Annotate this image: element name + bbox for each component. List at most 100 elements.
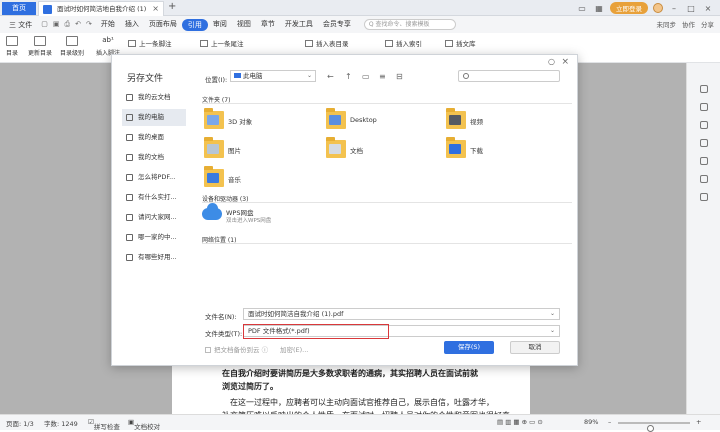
sidebar-item[interactable]: 有哪些好用...	[122, 249, 186, 266]
undo-icon[interactable]: ↶	[75, 20, 81, 29]
toc-level-button[interactable]: 目录级别	[60, 36, 84, 57]
menubar-right-item[interactable]: 协作	[682, 19, 695, 29]
file-menu[interactable]: 三 文件	[4, 20, 37, 30]
menu-item[interactable]: 会员专享	[318, 19, 356, 31]
menu-item[interactable]: 章节	[256, 19, 280, 31]
style-icon[interactable]	[700, 103, 708, 111]
print-icon[interactable]: ⎙	[64, 20, 70, 29]
zoom-slider[interactable]	[618, 422, 690, 432]
insert-index-button[interactable]: 插入索引	[385, 38, 422, 48]
menubar-right-item[interactable]: 分享	[701, 19, 714, 29]
folder-item[interactable]: 3D 对象	[204, 108, 294, 133]
toc-icon	[6, 36, 18, 46]
document-tab[interactable]: 面试时如何简洁地自我介绍 (1) ×	[38, 1, 164, 16]
menu-item[interactable]: 审阅	[208, 19, 232, 31]
menu-item[interactable]: 视图	[232, 19, 256, 31]
dialog-close-icon[interactable]: ×	[561, 57, 569, 67]
spell-check-toggle[interactable]: ☑ 拼写检查	[88, 418, 120, 431]
sidebar-item[interactable]: 怎么将PDF...	[122, 169, 186, 186]
menu-item[interactable]: 开始	[96, 19, 120, 31]
zoom-in-icon[interactable]: +	[696, 418, 701, 426]
grid-view-icon[interactable]	[700, 175, 708, 183]
home-tab[interactable]: 首页	[2, 2, 36, 15]
close-tab-icon[interactable]: ×	[152, 2, 159, 16]
layout-icon[interactable]: ▭	[576, 4, 588, 13]
sidebar-item-label: 我的电脑	[138, 113, 164, 121]
menu-item[interactable]: 插入	[120, 19, 144, 31]
encrypt-button[interactable]: 加密(E)...	[280, 344, 308, 354]
update-toc-button[interactable]: 更新目录	[28, 36, 52, 57]
open-icon[interactable]: ▢	[41, 20, 48, 29]
grid-icon[interactable]: ▦	[593, 4, 605, 13]
sidebar-item[interactable]: 有什么实打...	[122, 189, 186, 206]
menu-item[interactable]: 开发工具	[280, 19, 318, 31]
up-icon[interactable]: ↑	[345, 72, 352, 81]
folder-icon	[126, 134, 133, 141]
select-icon[interactable]	[700, 121, 708, 129]
folder-item[interactable]: 音乐	[204, 166, 294, 191]
settings-icon[interactable]: ○	[548, 57, 555, 66]
folder-item[interactable]: Desktop	[326, 108, 416, 133]
close-window-icon[interactable]: ×	[702, 4, 714, 13]
redo-icon[interactable]: ↷	[86, 20, 92, 29]
zoom-out-icon[interactable]: –	[608, 418, 611, 426]
view-mode-icons[interactable]: ▤ ▥ ▦ ⊕ ▭ ⊙	[497, 418, 543, 426]
folder-icon	[126, 174, 133, 181]
folder-item[interactable]: 文档	[326, 137, 416, 162]
pen-icon[interactable]	[700, 85, 708, 93]
save-as-dialog: 另存文件 ○ × 位置(I): 此电脑 ⌄ ← ↑ ▭ ≡ ⊟ 我的云文档 我的电…	[111, 54, 578, 366]
doc-check-button[interactable]: ▣ 文档校对	[128, 418, 160, 431]
login-button[interactable]: 立即登录	[610, 2, 648, 14]
sidebar-item-label: 有哪些好用...	[138, 253, 177, 261]
sidebar-item-label: 请问大家网...	[138, 213, 177, 221]
sidebar-item[interactable]: 我的电脑	[122, 109, 186, 126]
menu-item[interactable]: 引用	[181, 18, 208, 31]
zoom-level[interactable]: 89%	[584, 418, 598, 426]
cloud-icon[interactable]	[700, 193, 708, 201]
back-icon[interactable]: ←	[327, 72, 334, 81]
prev-footnote-button[interactable]: 上一条脚注	[128, 38, 172, 48]
citation-icon	[445, 40, 453, 47]
filename-input[interactable]: 面试时如何简洁自我介绍 (1).pdf ⌄	[243, 308, 560, 320]
location-select[interactable]: 此电脑 ⌄	[230, 70, 316, 82]
sidebar-item[interactable]: 我的云文档	[122, 89, 186, 106]
new-folder-icon[interactable]: ▭	[362, 72, 370, 81]
folder-item[interactable]: 视频	[446, 108, 536, 133]
dialog-search-input[interactable]	[458, 70, 560, 82]
toc-button[interactable]: 目录	[6, 36, 18, 57]
prev-endnote-button[interactable]: 上一条尾注	[200, 38, 244, 48]
adjust-icon[interactable]	[700, 157, 708, 165]
cancel-button[interactable]: 取消	[510, 341, 560, 354]
backup-to-cloud-checkbox[interactable]: 把文档备份到云 ⓘ	[205, 344, 268, 354]
search-icon	[463, 73, 469, 79]
folder-badge-icon	[329, 115, 341, 125]
folder-item[interactable]: 图片	[204, 137, 294, 162]
command-search-input[interactable]: Q 查找命令、搜索模板	[363, 19, 456, 30]
help-icon[interactable]	[700, 139, 708, 147]
wps-cloud-drive[interactable]: WPS网盘 双击进入WPS网盘	[202, 203, 332, 228]
new-tab-button[interactable]: +	[168, 1, 176, 12]
avatar[interactable]	[653, 3, 663, 13]
sidebar-item[interactable]: 请问大家网...	[122, 209, 186, 226]
view-options-icon[interactable]: ⊟	[396, 72, 403, 81]
sidebar-item[interactable]: 我的文档	[122, 149, 186, 166]
doc-line-1: 在自我介绍时要讲简历是大多数求职者的通病，其实招聘人员在面试前就	[222, 368, 478, 378]
folder-icon	[446, 108, 466, 129]
save-icon[interactable]: ▣	[53, 20, 60, 29]
zoom-slider-knob[interactable]	[647, 425, 655, 432]
sidebar-item[interactable]: 我的桌面	[122, 129, 186, 146]
divider	[202, 243, 572, 244]
insert-caption-toc-button[interactable]: 插入表目录	[305, 38, 349, 48]
maximize-icon[interactable]: □	[685, 4, 697, 13]
menubar-right-item[interactable]: 未同步	[657, 19, 677, 29]
save-button[interactable]: 保存(S)	[444, 341, 494, 354]
menu-item[interactable]: 页面布局	[144, 19, 182, 31]
citation-button[interactable]: 插文库	[445, 38, 476, 48]
cloud-drive-icon	[202, 203, 222, 220]
minimize-icon[interactable]: –	[668, 4, 680, 13]
view-list-icon[interactable]: ≡	[379, 72, 386, 81]
sidebar-item[interactable]: 哪一家的中...	[122, 229, 186, 246]
sidebar-item-label: 我的云文档	[138, 93, 171, 101]
folder-item[interactable]: 下载	[446, 137, 536, 162]
word-count[interactable]: 字数: 1249	[44, 418, 78, 428]
